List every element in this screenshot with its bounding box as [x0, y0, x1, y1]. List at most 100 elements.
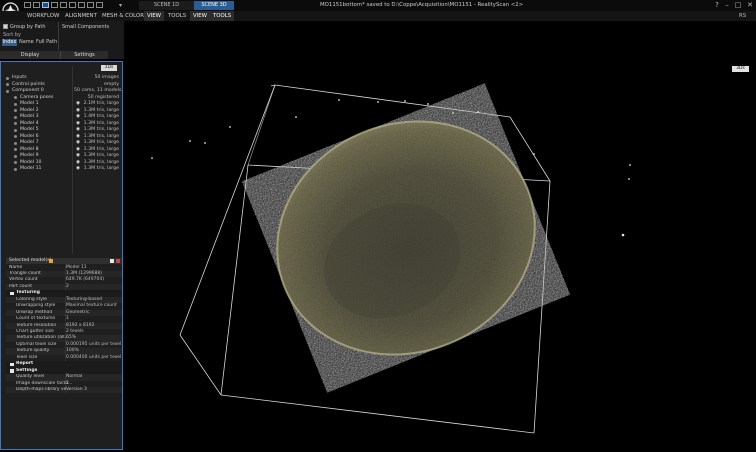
- tree-item-label[interactable]: Model 9: [20, 153, 39, 159]
- property-row: Unwrapping style Maximal texture count: [6, 303, 122, 310]
- layout-7-icon[interactable]: [78, 2, 85, 8]
- menu-alignment[interactable]: ALIGNMENT: [62, 11, 100, 21]
- tree-item-label[interactable]: Model 6: [20, 134, 39, 140]
- tree-item-label[interactable]: Model 2: [20, 108, 39, 114]
- collapse-toggle-icon[interactable]: [10, 362, 14, 367]
- tab-scene-1d[interactable]: SCENE 1D: [139, 1, 194, 10]
- menu-mesh-color[interactable]: MESH & COLOR: [99, 11, 147, 21]
- ribbon-divider: [58, 22, 59, 50]
- tree-column-divider[interactable]: [72, 66, 73, 254]
- selected-models-close-icon[interactable]: [116, 259, 120, 263]
- tree-node-icon[interactable]: [14, 115, 17, 119]
- property-row: Triangle count 1.3M (1299688): [6, 270, 122, 278]
- menu-view-2[interactable]: VIEW: [190, 11, 211, 21]
- tree-item-label[interactable]: Model 10: [20, 160, 42, 166]
- collapse-toggle-icon[interactable]: [10, 369, 14, 373]
- textured-model[interactable]: [242, 83, 570, 393]
- tree-item-value: 50 images: [94, 75, 120, 80]
- layout-3-icon[interactable]: [42, 2, 49, 8]
- property-value: 65%: [66, 335, 77, 341]
- selected-models-expand-icon[interactable]: [110, 259, 114, 263]
- property-key: Vertex count: [9, 277, 38, 283]
- tree-item-value: 1.3M tris, large: [83, 107, 119, 113]
- tree-node-icon[interactable]: [14, 141, 17, 145]
- tree-item-label[interactable]: Model 5: [20, 127, 39, 133]
- property-key: Part count: [9, 283, 33, 289]
- property-row: Image downscale facto... 2: [6, 380, 122, 387]
- viewport-pin-label[interactable]: 3Ds: [732, 66, 749, 72]
- selected-models-info-icon[interactable]: [49, 259, 53, 263]
- tree-node-icon[interactable]: [14, 102, 17, 106]
- property-row: Texture quality 100%: [6, 348, 122, 355]
- layout-2-icon[interactable]: [33, 2, 40, 8]
- property-value: 649.7K (649704): [66, 277, 104, 283]
- small-components-button[interactable]: Small Components: [62, 24, 109, 30]
- menu-tools-2[interactable]: TOOLS: [210, 11, 235, 21]
- tree-item-label[interactable]: Model 1: [20, 101, 39, 107]
- sort-full-path-button[interactable]: Full Path: [36, 39, 57, 46]
- sort-index-button[interactable]: Index: [2, 39, 17, 46]
- tree-node-icon[interactable]: [14, 148, 17, 151]
- tree-item-value: 50 cams, 11 models: [74, 88, 122, 93]
- property-row: Count of textures 1: [6, 316, 122, 323]
- layout-1-icon[interactable]: [24, 2, 31, 8]
- layout-6-icon[interactable]: [69, 2, 76, 8]
- window-menu-icon[interactable]: ▾: [119, 2, 125, 9]
- help-button[interactable]: ?: [712, 0, 722, 10]
- tree-item-value: 1.3M tris, large: [83, 140, 119, 145]
- layout-8-icon[interactable]: [87, 2, 94, 8]
- property-value: 1: [66, 316, 69, 322]
- tree-node-icon[interactable]: [14, 96, 17, 99]
- tree-node-icon[interactable]: [14, 109, 17, 112]
- tree-node-icon[interactable]: [6, 76, 9, 80]
- tree-node-icon[interactable]: [14, 122, 17, 125]
- tree-item-label[interactable]: Inputs: [12, 75, 27, 81]
- tree-item-label[interactable]: Model 7: [20, 140, 39, 146]
- tree-node-icon[interactable]: [14, 154, 17, 158]
- layout-5-icon[interactable]: [60, 2, 67, 8]
- tree-node-icon[interactable]: [6, 89, 9, 93]
- tree-node-icon[interactable]: [6, 83, 9, 86]
- close-button[interactable]: ✕: [745, 0, 755, 10]
- tree-node-icon[interactable]: [14, 128, 17, 132]
- tree-node-icon[interactable]: [14, 167, 17, 171]
- maximize-button[interactable]: □: [733, 0, 743, 10]
- property-row: Unwrap method Geometric: [6, 309, 122, 317]
- property-value: 8192 x 8192: [66, 322, 95, 328]
- property-value: 100%: [66, 348, 79, 354]
- tree-item-label[interactable]: Model 4: [20, 121, 39, 127]
- property-value: 0.000400 units per texel: [66, 354, 122, 360]
- tree-item-label[interactable]: Control points: [12, 82, 45, 88]
- collapse-toggle-icon[interactable]: [10, 291, 14, 296]
- tree-item-value: 1.3M tris, large: [83, 153, 119, 158]
- display-button[interactable]: Display: [0, 51, 61, 59]
- tree-pin-label[interactable]: 1Ds: [101, 65, 117, 71]
- property-row: Optimal texel size 0.000195 units per tex…: [6, 341, 122, 349]
- tree-node-icon[interactable]: [14, 161, 17, 164]
- scene-canvas[interactable]: [124, 61, 756, 450]
- sort-name-button[interactable]: Name: [19, 39, 34, 46]
- tree-item-label[interactable]: Component 0: [12, 88, 44, 94]
- tree-item-label[interactable]: Model 8: [20, 147, 39, 153]
- group-by-path-checkbox[interactable]: [3, 24, 8, 29]
- tab-scene-3d[interactable]: SCENE 3D: [194, 1, 234, 10]
- group-by-path-label[interactable]: Group by Path: [10, 24, 46, 30]
- property-section[interactable]: Report: [6, 361, 122, 368]
- property-row: Texture resolution 8192 x 8192: [6, 322, 122, 329]
- tree-node-icon[interactable]: [14, 135, 17, 138]
- minimize-button[interactable]: –: [722, 0, 732, 10]
- 3d-viewport[interactable]: [124, 61, 756, 450]
- tree-item-label[interactable]: Model 3: [20, 114, 39, 120]
- settings-button[interactable]: Settings: [61, 51, 108, 59]
- property-section[interactable]: Texturing: [6, 290, 122, 297]
- property-row: Quality level Normal: [6, 374, 122, 381]
- tree-item-label[interactable]: Model 11: [20, 166, 42, 172]
- layout-9-icon[interactable]: [96, 2, 103, 8]
- menu-view[interactable]: VIEW: [144, 11, 165, 21]
- menu-tools[interactable]: TOOLS: [165, 11, 189, 21]
- tree-item-value: 1.3M tris, large: [83, 120, 119, 126]
- menu-workflow[interactable]: WORKFLOW: [24, 11, 62, 21]
- tree-item-label[interactable]: Camera poses: [20, 95, 54, 101]
- layout-4-icon[interactable]: [51, 2, 58, 8]
- property-section[interactable]: Settings: [6, 367, 122, 375]
